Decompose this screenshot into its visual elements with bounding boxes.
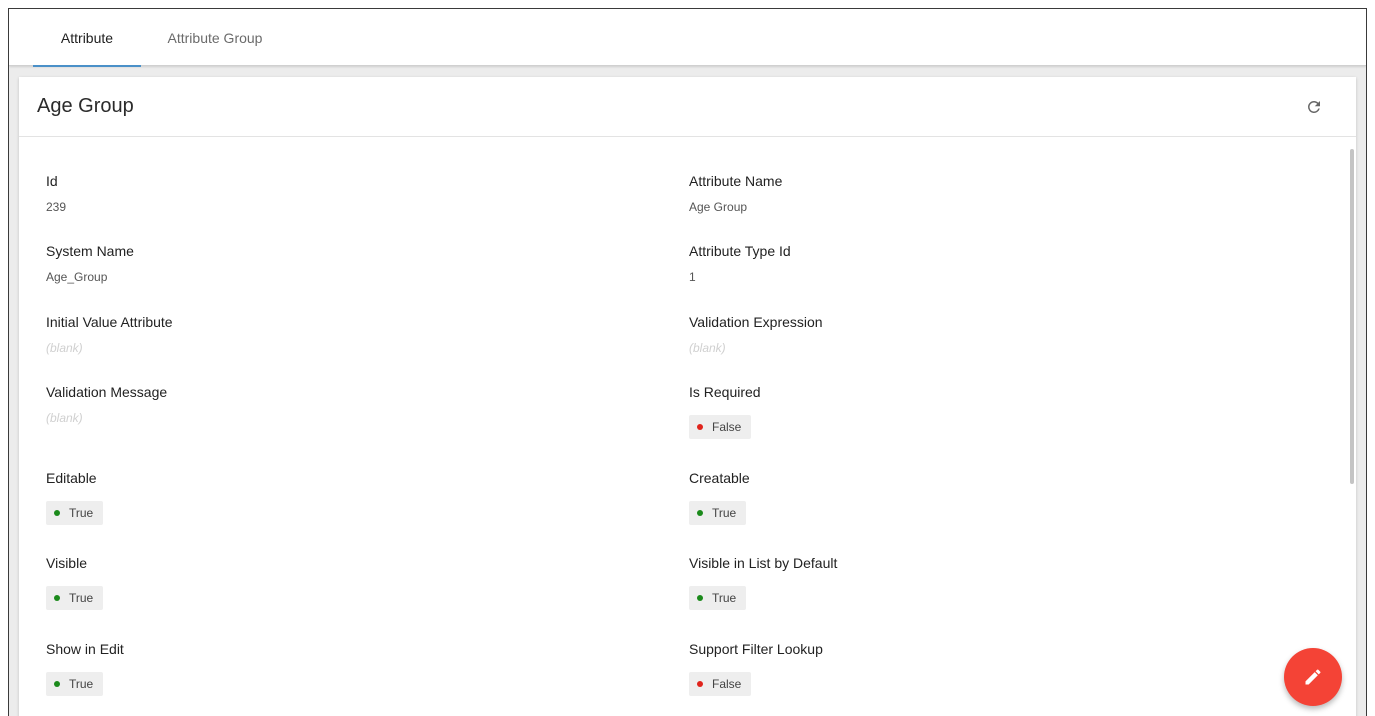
status-badge: True [689, 586, 747, 610]
refresh-icon [1307, 101, 1320, 113]
status-badge: True [689, 501, 747, 525]
field-label: Editable [46, 470, 97, 486]
status-badge-text: False [712, 677, 742, 691]
status-badge: False [689, 672, 752, 696]
true-dot-icon [54, 681, 60, 687]
tab-active-indicator [33, 65, 141, 67]
status-badge-text: False [712, 420, 742, 434]
field-is-required: Is Required False [689, 384, 761, 439]
field-show-in-edit: Show in Edit True [46, 641, 124, 696]
field-label: Visible [46, 555, 87, 571]
field-label: System Name [46, 243, 134, 259]
status-badge: True [46, 501, 104, 525]
true-dot-icon [54, 510, 60, 516]
field-label: Creatable [689, 470, 750, 486]
status-badge: True [46, 672, 104, 696]
status-badge-text: True [69, 591, 94, 605]
field-value-blank: (blank) [46, 411, 83, 425]
field-label: Show in Edit [46, 641, 124, 657]
field-label: Attribute Name [689, 173, 783, 189]
field-label: Validation Message [46, 384, 168, 400]
field-attribute-type-id: Attribute Type Id 1 [689, 243, 791, 284]
field-initial-value-attribute: Initial Value Attribute (blank) [46, 314, 173, 355]
field-support-filter-lookup: Support Filter Lookup False [689, 641, 823, 696]
status-badge-text: True [69, 506, 94, 520]
field-id: Id 239 [46, 173, 66, 214]
field-value: Age_Group [46, 270, 108, 284]
pencil-icon [1305, 669, 1321, 685]
status-badge-text: True [69, 677, 94, 691]
field-editable: Editable True [46, 470, 104, 525]
field-system-name: System Name Age_Group [46, 243, 134, 284]
card-title: Age Group [37, 95, 134, 117]
true-dot-icon [697, 510, 703, 516]
edit-fab-button[interactable] [1284, 648, 1342, 706]
status-badge: False [689, 415, 752, 439]
detail-card: Age Group Id 239 System Name Age_Group I… [19, 77, 1356, 716]
field-label: Visible in List by Default [689, 555, 838, 571]
field-label: Validation Expression [689, 314, 823, 330]
scrollbar[interactable] [1350, 149, 1354, 484]
field-attribute-name: Attribute Name Age Group [689, 173, 782, 214]
tab-attribute-group-label: Attribute Group [167, 29, 263, 46]
refresh-button[interactable] [1302, 95, 1326, 119]
true-dot-icon [54, 595, 60, 601]
true-dot-icon [697, 595, 703, 601]
status-badge-text: True [712, 591, 737, 605]
field-visible: Visible True [46, 555, 104, 610]
field-value: Age Group [689, 200, 748, 214]
field-value: 1 [689, 270, 696, 284]
field-label: Initial Value Attribute [46, 314, 173, 330]
field-label: Is Required [689, 384, 761, 400]
tab-attribute-label: Attribute [60, 29, 114, 46]
field-label: Id [46, 173, 58, 189]
field-validation-expression: Validation Expression (blank) [689, 314, 823, 355]
false-dot-icon [697, 681, 703, 687]
field-value-blank: (blank) [689, 341, 726, 355]
tab-attribute[interactable]: Attribute [33, 9, 141, 67]
field-label: Attribute Type Id [689, 243, 791, 259]
field-value: 239 [46, 200, 67, 214]
card-header: Age Group [19, 77, 1356, 137]
field-value-blank: (blank) [46, 341, 83, 355]
field-label: Support Filter Lookup [689, 641, 823, 657]
tab-attribute-group[interactable]: Attribute Group [149, 9, 281, 66]
status-badge: True [46, 586, 104, 610]
status-badge-text: True [712, 506, 737, 520]
tab-bar: Attribute Attribute Group [9, 9, 1366, 67]
field-creatable: Creatable True [689, 470, 750, 525]
field-validation-message: Validation Message (blank) [46, 384, 167, 425]
field-visible-in-list-by-default: Visible in List by Default True [689, 555, 837, 610]
app-frame: Attribute Attribute Group Age Group Id 2… [8, 8, 1367, 716]
false-dot-icon [697, 424, 703, 430]
